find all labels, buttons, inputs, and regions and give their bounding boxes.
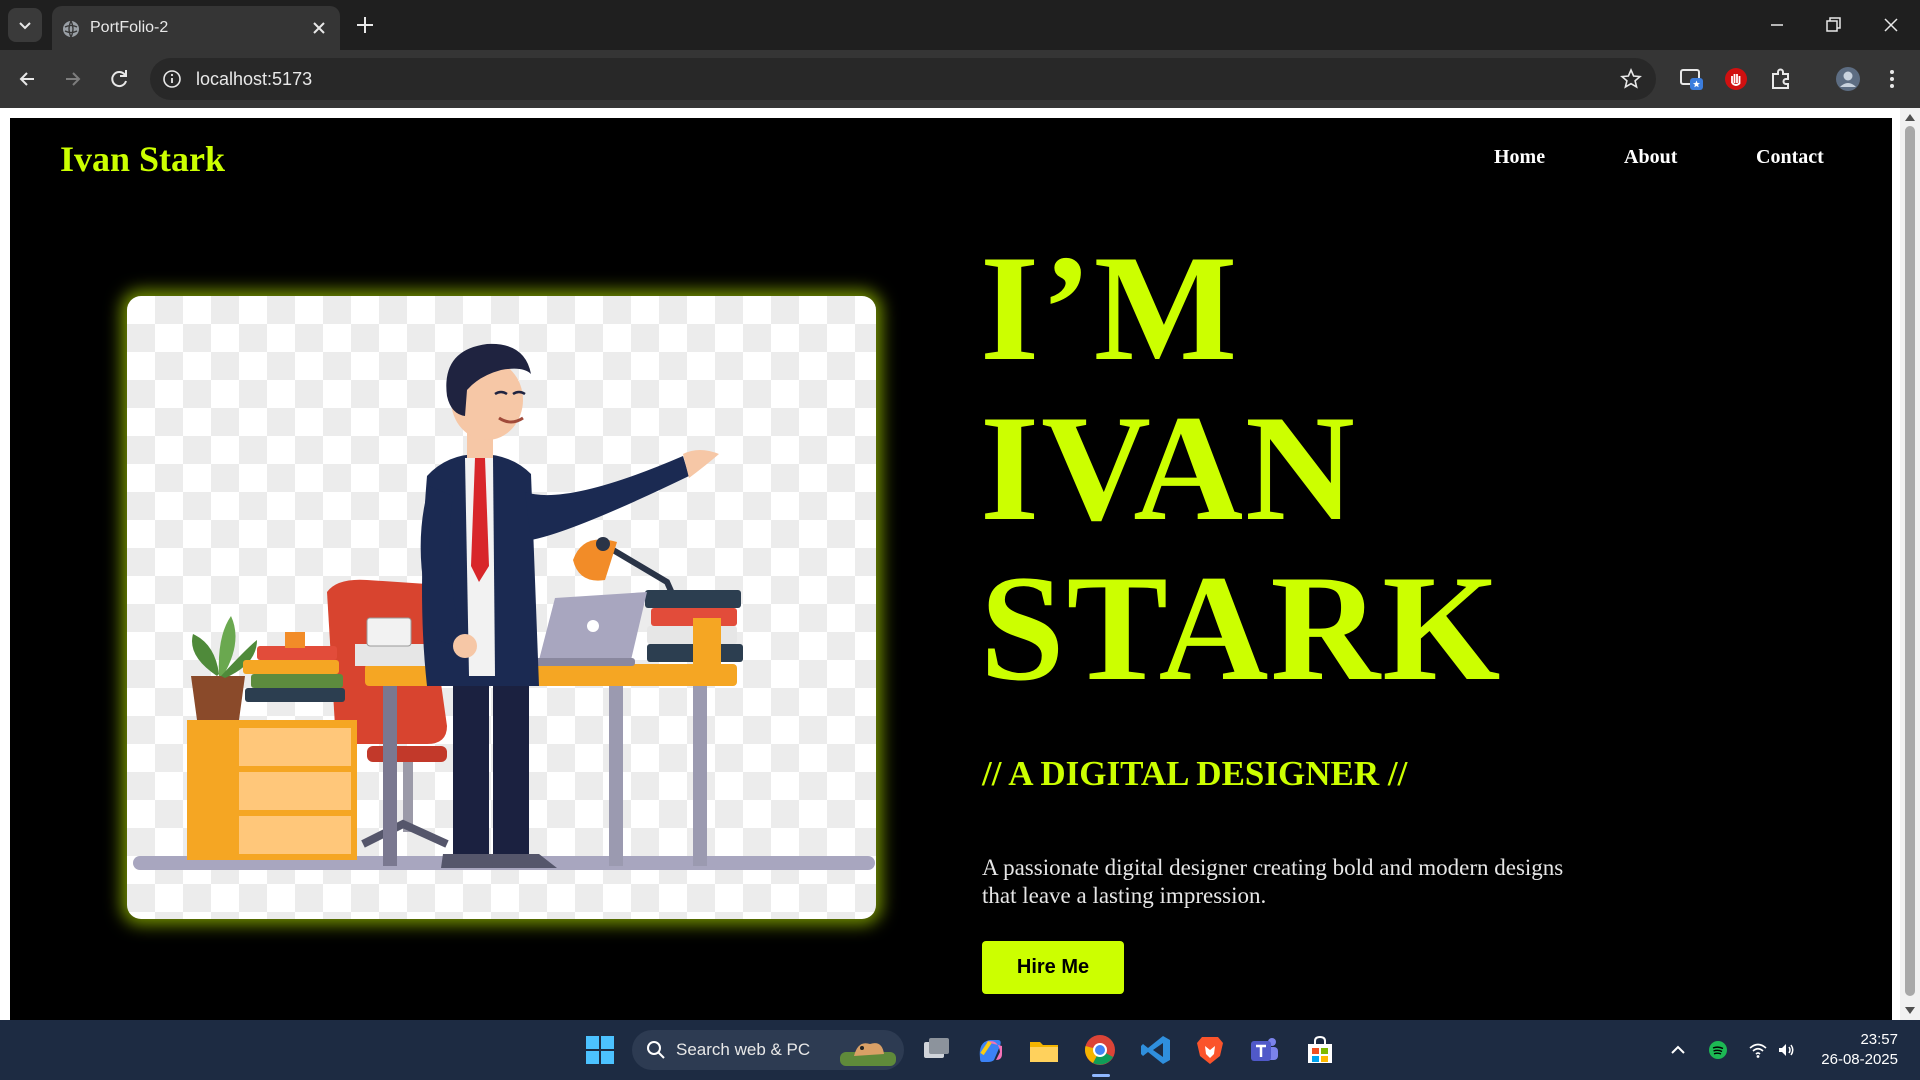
search-placeholder: Search web & PC — [676, 1040, 811, 1059]
browser-tab-active[interactable]: PortFolio-2 — [52, 6, 340, 50]
browser-tab-bar: PortFolio-2 — [0, 0, 1920, 50]
hire-me-button[interactable]: Hire Me — [982, 941, 1124, 994]
chrome-icon[interactable] — [1082, 1032, 1118, 1068]
nav-home-link[interactable]: Home — [1494, 146, 1545, 169]
nav-about-link[interactable]: About — [1624, 146, 1677, 169]
search-icon — [647, 1041, 665, 1059]
headline-line-1: I’M — [980, 224, 1240, 392]
brave-icon[interactable] — [1192, 1032, 1228, 1068]
wifi-icon[interactable] — [1748, 1040, 1768, 1060]
url-text[interactable]: localhost:5173 — [196, 69, 312, 90]
system-clock[interactable]: 23:57 26-08-2025 — [1821, 1030, 1898, 1070]
page-scrollbar[interactable] — [1900, 108, 1920, 1020]
clock-date: 26-08-2025 — [1821, 1051, 1898, 1068]
address-bar[interactable]: localhost:5173 — [150, 58, 1656, 100]
windows-start-icon[interactable] — [582, 1032, 618, 1068]
extensions-puzzle-icon[interactable] — [1767, 65, 1795, 93]
site-logo[interactable]: Ivan Stark — [60, 138, 225, 180]
file-explorer-icon[interactable] — [1026, 1032, 1062, 1068]
chevron-up-icon[interactable] — [1668, 1040, 1688, 1060]
hero-headline: I’M IVAN STARK — [980, 228, 1502, 708]
portfolio-page: Ivan Stark Home About Contact I’M IVAN S… — [10, 118, 1892, 1020]
adblock-extension-icon[interactable] — [1722, 65, 1750, 93]
profile-avatar-icon[interactable] — [1834, 65, 1862, 93]
tab-title: PortFolio-2 — [90, 19, 169, 36]
close-icon[interactable] — [310, 19, 328, 37]
new-tab-icon[interactable] — [352, 12, 378, 38]
browser-toolbar: localhost:5173 — [0, 50, 1920, 108]
clock-time: 23:57 — [1860, 1031, 1898, 1048]
reload-icon[interactable] — [104, 64, 134, 94]
scrollbar-thumb[interactable] — [1905, 126, 1915, 996]
menu-kebab-icon[interactable] — [1878, 65, 1906, 93]
search-highlight-icon — [840, 1043, 896, 1066]
volume-icon[interactable] — [1776, 1040, 1796, 1060]
bookmark-star-icon[interactable] — [1620, 68, 1642, 90]
businessman-at-desk-illustration — [133, 343, 875, 870]
cast-extension-icon[interactable] — [1678, 65, 1706, 93]
globe-icon — [63, 20, 79, 38]
nav-contact-link[interactable]: Contact — [1756, 146, 1824, 169]
windows-taskbar: Search web & PC 23:57 26-08-2025 — [0, 1020, 1920, 1080]
page-viewport: Ivan Stark Home About Contact I’M IVAN S… — [0, 108, 1920, 1020]
taskbar-search-box[interactable]: Search web & PC — [632, 1030, 904, 1070]
teams-icon[interactable] — [1246, 1032, 1282, 1068]
site-info-icon[interactable] — [162, 69, 182, 89]
headline-line-2: IVAN — [980, 384, 1357, 552]
restore-icon[interactable] — [1820, 12, 1846, 38]
scroll-down-arrow-icon[interactable] — [1904, 1006, 1916, 1016]
spotify-icon[interactable] — [1708, 1040, 1728, 1060]
back-arrow-icon[interactable] — [12, 64, 42, 94]
close-window-icon[interactable] — [1878, 12, 1904, 38]
minimize-icon[interactable] — [1764, 12, 1790, 38]
hero-illustration-card — [127, 296, 876, 919]
chevron-down-icon — [19, 22, 31, 30]
vscode-icon[interactable] — [1138, 1032, 1174, 1068]
microsoft-store-icon[interactable] — [1302, 1032, 1338, 1068]
task-view-icon[interactable] — [918, 1032, 954, 1068]
copilot-icon[interactable] — [972, 1032, 1008, 1068]
scroll-up-arrow-icon[interactable] — [1904, 112, 1916, 122]
headline-line-3: STARK — [980, 544, 1503, 712]
tab-search-button[interactable] — [8, 8, 42, 42]
hero-description: A passionate digital designer creating b… — [982, 855, 1564, 908]
chrome-active-indicator — [1092, 1074, 1110, 1077]
forward-arrow-icon[interactable] — [58, 64, 88, 94]
hero-subheadline: // A DIGITAL DESIGNER // — [982, 754, 1408, 793]
